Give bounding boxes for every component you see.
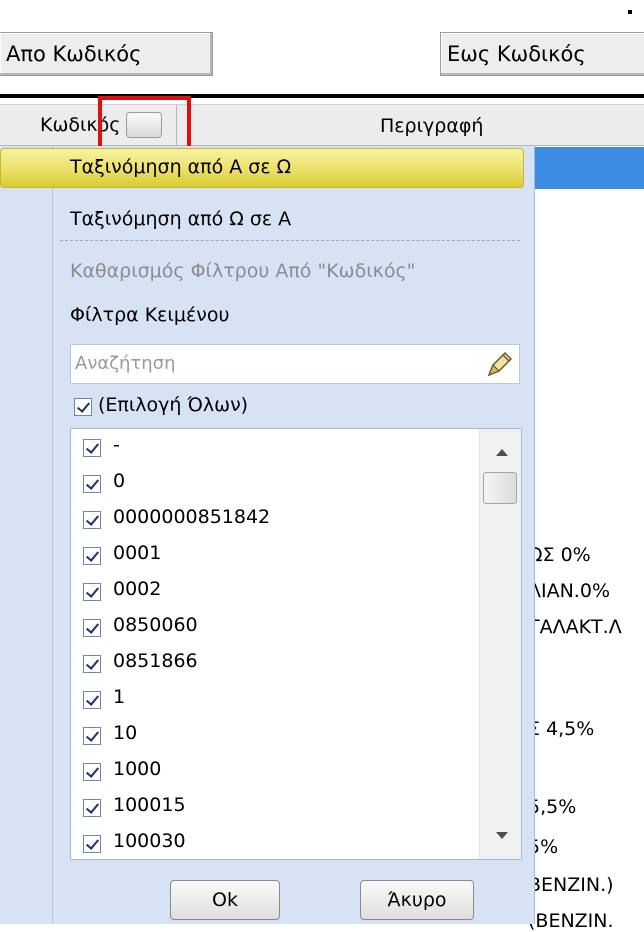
from-code-button[interactable]: Απο Κωδικός [0,32,213,76]
item-label: 1000 [113,758,162,780]
menu-label-sort-asc[interactable]: Ταξινόμηση από Α σε Ω [70,156,291,178]
selected-row[interactable] [520,147,644,189]
item-checkbox[interactable] [83,547,101,565]
from-code-label: Απο Κωδικός [6,42,142,66]
search-placeholder: Αναζήτηση [75,353,176,374]
menu-item-clear-filter: Καθαρισμός Φίλτρου Από "Κωδικός" [70,260,416,282]
grid-cell-text: ΤΑΛΑΚΤ.Λ [528,616,622,638]
scroll-down-icon[interactable] [496,832,508,839]
separator-line [0,94,644,98]
item-checkbox[interactable] [83,583,101,601]
grid-cell-text: ΩΣ 0% [528,544,591,566]
item-checkbox[interactable] [83,799,101,817]
item-label: 0 [113,470,126,492]
clear-search-icon[interactable] [485,349,515,379]
item-label: 0851866 [113,650,198,672]
cancel-button[interactable]: Άκυρο [360,880,474,920]
item-checkbox[interactable] [83,475,101,493]
item-checkbox[interactable] [83,691,101,709]
to-code-button[interactable]: Εως Κωδικός [440,32,644,76]
item-label: 10 [113,722,138,744]
item-label: 100015 [113,794,186,816]
menu-separator [60,240,520,241]
item-label: 0850060 [113,614,198,636]
item-checkbox[interactable] [83,439,101,457]
grid-cell-text: Σ 4,5% [528,718,595,740]
search-input[interactable]: Αναζήτηση [70,344,520,384]
item-label: 100030 [113,830,186,852]
ok-button[interactable]: Ok [170,880,280,920]
item-checkbox[interactable] [83,619,101,637]
item-label: 1 [113,686,126,708]
item-checkbox[interactable] [83,511,101,529]
menu-item-sort-desc[interactable]: Ταξινόμηση από Ω σε Α [70,208,291,230]
list-scrollbar[interactable] [479,429,521,859]
grid-cell-text: 5,5% [528,796,577,818]
grid-cell-text: (BENZIN. [528,910,614,932]
scroll-thumb[interactable] [483,472,517,504]
grid-cell-text: BENZIN.) [528,874,614,896]
item-checkbox[interactable] [83,763,101,781]
grid-header: Κωδικός Περιγραφή [0,104,644,146]
item-checkbox[interactable] [83,655,101,673]
select-all-checkbox[interactable] [74,398,92,416]
menu-icon-strip [0,146,53,924]
item-checkbox[interactable] [83,835,101,853]
top-dot [628,10,632,14]
menu-item-text-filters[interactable]: Φίλτρα Κειμένου [70,304,229,326]
values-list[interactable]: - 0 0000000851842 0001 0002 0850060 0851… [70,428,522,860]
filter-popup: Ταξινόμηση από Α σε Ω Ταξινόμηση από Ω σ… [0,146,535,924]
column-description-label: Περιγραφή [380,115,484,137]
item-checkbox[interactable] [83,727,101,745]
item-label: 0002 [113,578,162,600]
grid-cell-text: ΛΙΑΝ.0% [528,580,610,602]
item-label: - [113,434,120,456]
scroll-up-icon[interactable] [496,449,508,456]
item-label: 0001 [113,542,162,564]
item-label: 0000000851842 [113,506,271,528]
to-code-label: Εως Κωδικός [447,42,586,66]
select-all-label: (Επιλογή Όλων) [98,394,249,416]
